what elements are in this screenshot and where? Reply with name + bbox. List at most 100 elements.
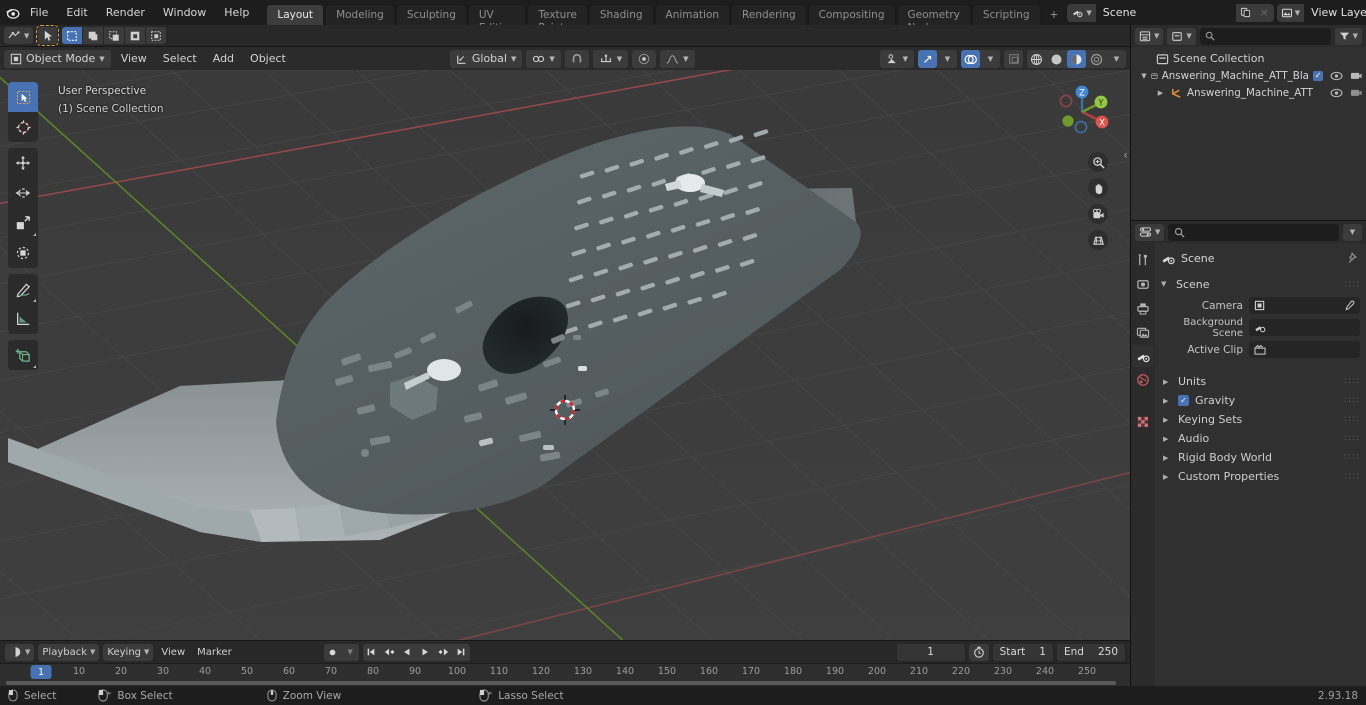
tab-scripting[interactable]: Scripting bbox=[971, 4, 1041, 25]
transform-tool-icon[interactable] bbox=[8, 238, 38, 268]
view-layer-tab-icon[interactable] bbox=[1132, 321, 1154, 343]
outliner-row-collection[interactable]: ▼ Answering_Machine_ATT_Bla ✓ bbox=[1131, 67, 1366, 84]
navigation-gizmo[interactable]: Z X Y bbox=[1050, 80, 1114, 144]
add-cube-tool-icon[interactable] bbox=[8, 340, 38, 370]
move-tool-icon[interactable] bbox=[8, 148, 38, 178]
editor-type-icon[interactable]: ▼ bbox=[4, 27, 34, 44]
timeline-menu-keying[interactable]: Keying ▼ bbox=[103, 643, 154, 661]
keying-sets-panel[interactable]: ▶ Keying Sets :::: bbox=[1161, 410, 1360, 429]
frame-end-field[interactable]: End 250 bbox=[1056, 643, 1125, 661]
shading-settings-caret[interactable]: ▼ bbox=[1107, 50, 1126, 68]
gizmo-icon[interactable] bbox=[918, 50, 937, 68]
outliner-display-mode[interactable]: ▼ bbox=[1167, 27, 1196, 45]
menu-edit[interactable]: Edit bbox=[57, 3, 96, 22]
current-frame-field[interactable]: 1 bbox=[896, 643, 965, 661]
timeline-editor-icon[interactable]: ▼ bbox=[5, 643, 35, 661]
active-clip-field[interactable] bbox=[1249, 341, 1360, 358]
menu-render[interactable]: Render bbox=[97, 3, 154, 22]
properties-editor-icon[interactable]: ▼ bbox=[1135, 223, 1165, 241]
tab-compositing[interactable]: Compositing bbox=[807, 4, 896, 25]
eyedropper-icon[interactable] bbox=[1344, 300, 1355, 311]
tab-animation[interactable]: Animation bbox=[654, 4, 731, 25]
play-icon[interactable] bbox=[417, 644, 434, 661]
solid-shading-icon[interactable] bbox=[1047, 50, 1066, 68]
timeline-menu-marker[interactable]: Marker bbox=[193, 644, 236, 661]
transform-orientation-dropdown[interactable]: Global ▼ bbox=[449, 49, 523, 68]
extend-select-icon[interactable] bbox=[83, 27, 104, 44]
tab-uv-editing[interactable]: UV Editing bbox=[467, 4, 527, 34]
subtract-select-icon[interactable] bbox=[104, 27, 125, 44]
expand-triangle-icon[interactable]: ▶ bbox=[1163, 416, 1172, 424]
timeline-menu-playback[interactable]: Playback ▼ bbox=[38, 643, 100, 661]
background-scene-field[interactable] bbox=[1249, 319, 1360, 336]
expand-triangle-icon[interactable]: ▶ bbox=[1155, 89, 1166, 97]
rendered-shading-icon[interactable] bbox=[1087, 50, 1106, 68]
tweak-tool-icon[interactable] bbox=[8, 82, 38, 112]
tab-texture-paint[interactable]: Texture Paint bbox=[527, 4, 588, 34]
viewport-menu-add[interactable]: Add bbox=[207, 50, 240, 68]
audio-panel[interactable]: ▶ Audio :::: bbox=[1161, 429, 1360, 448]
falloff-dropdown[interactable]: ▼ bbox=[660, 49, 695, 68]
object-mode-dropdown[interactable]: Object Mode ▼ bbox=[4, 49, 111, 68]
tab-layout[interactable]: Layout bbox=[266, 4, 325, 25]
scene-selector[interactable]: ▼ Scene × bbox=[1067, 3, 1274, 22]
jump-next-keyframe-icon[interactable] bbox=[435, 644, 452, 661]
toggle-perspective-icon[interactable] bbox=[1088, 230, 1108, 250]
scene-panel-header[interactable]: ▼ Scene :::: bbox=[1161, 275, 1360, 293]
object-visibility-dropdown[interactable]: ▼ bbox=[879, 50, 914, 68]
units-panel[interactable]: ▶ Units :::: bbox=[1161, 372, 1360, 391]
zoom-icon[interactable] bbox=[1088, 152, 1108, 172]
collapse-triangle-icon[interactable]: ▼ bbox=[1141, 72, 1147, 80]
proportional-edit-toggle[interactable] bbox=[632, 49, 657, 68]
blender-logo-icon[interactable] bbox=[4, 2, 21, 24]
snap-pivot-dropdown[interactable]: ▼ bbox=[526, 49, 561, 68]
properties-search-input[interactable] bbox=[1168, 223, 1339, 241]
xray-icon[interactable] bbox=[1004, 50, 1023, 68]
tab-modeling[interactable]: Modeling bbox=[325, 4, 395, 25]
viewport-menu-object[interactable]: Object bbox=[244, 50, 292, 68]
scene-tab-icon[interactable] bbox=[1132, 345, 1154, 367]
frame-start-field[interactable]: Start 1 bbox=[992, 643, 1053, 661]
tab-sculpting[interactable]: Sculpting bbox=[395, 4, 467, 25]
unlink-scene-button[interactable]: × bbox=[1254, 3, 1274, 22]
expand-triangle-icon[interactable]: ▶ bbox=[1163, 378, 1172, 386]
collapse-triangle-icon[interactable]: ▼ bbox=[1161, 280, 1170, 288]
set-select-icon[interactable] bbox=[62, 27, 83, 44]
tab-shading[interactable]: Shading bbox=[588, 4, 654, 25]
outliner-tree[interactable]: Scene Collection ▼ Answering_Machine_ATT… bbox=[1131, 47, 1366, 220]
output-tab-icon[interactable] bbox=[1132, 297, 1154, 319]
snap-toggle-button[interactable] bbox=[564, 49, 589, 68]
collection-checkbox[interactable]: ✓ bbox=[1313, 70, 1323, 81]
record-keyframes-icon[interactable] bbox=[324, 644, 341, 661]
rigid-body-world-panel[interactable]: ▶ Rigid Body World :::: bbox=[1161, 448, 1360, 467]
tool-tab-icon[interactable] bbox=[1132, 249, 1154, 271]
scene-icon[interactable]: ▼ bbox=[1067, 3, 1096, 22]
expand-triangle-icon[interactable]: ▶ bbox=[1163, 435, 1172, 443]
custom-properties-panel[interactable]: ▶ Custom Properties :::: bbox=[1161, 467, 1360, 486]
cursor-tool-icon[interactable] bbox=[8, 112, 38, 142]
timeline-ruler[interactable]: 1 10 20 30 40 50 60 70 80 90 100 110 120… bbox=[0, 663, 1130, 686]
outliner-editor-icon[interactable]: ▼ bbox=[1135, 27, 1164, 45]
world-tab-icon[interactable] bbox=[1132, 369, 1154, 391]
gizmo-settings-caret[interactable]: ▼ bbox=[938, 50, 957, 68]
tab-geometry-nodes[interactable]: Geometry Nodes bbox=[896, 4, 971, 34]
add-workspace-button[interactable]: + bbox=[1042, 4, 1067, 25]
menu-file[interactable]: File bbox=[21, 3, 57, 22]
scene-name[interactable]: Scene bbox=[1095, 3, 1236, 22]
view-layer-selector[interactable]: ▼ View Layer × bbox=[1276, 3, 1366, 22]
gravity-panel[interactable]: ▶ ✓ Gravity :::: bbox=[1161, 391, 1360, 410]
expand-triangle-icon[interactable]: ▶ bbox=[1163, 473, 1172, 481]
viewport-menu-view[interactable]: View bbox=[115, 50, 153, 68]
timeline-horizontal-scrollbar[interactable] bbox=[6, 681, 1116, 685]
tab-rendering[interactable]: Rendering bbox=[731, 4, 807, 25]
play-reverse-icon[interactable] bbox=[399, 644, 416, 661]
viewport-menu-select[interactable]: Select bbox=[157, 50, 203, 68]
overlays-settings-caret[interactable]: ▼ bbox=[981, 50, 1000, 68]
jump-to-end-icon[interactable] bbox=[453, 644, 470, 661]
annotate-tool-icon[interactable] bbox=[8, 274, 38, 304]
outliner-filter-button[interactable]: ▼ bbox=[1334, 27, 1362, 45]
jump-prev-keyframe-icon[interactable] bbox=[381, 644, 398, 661]
intersect-select-icon[interactable] bbox=[146, 27, 167, 44]
auto-keying-icon[interactable] bbox=[968, 643, 989, 661]
scale-tool-icon[interactable] bbox=[8, 208, 38, 238]
